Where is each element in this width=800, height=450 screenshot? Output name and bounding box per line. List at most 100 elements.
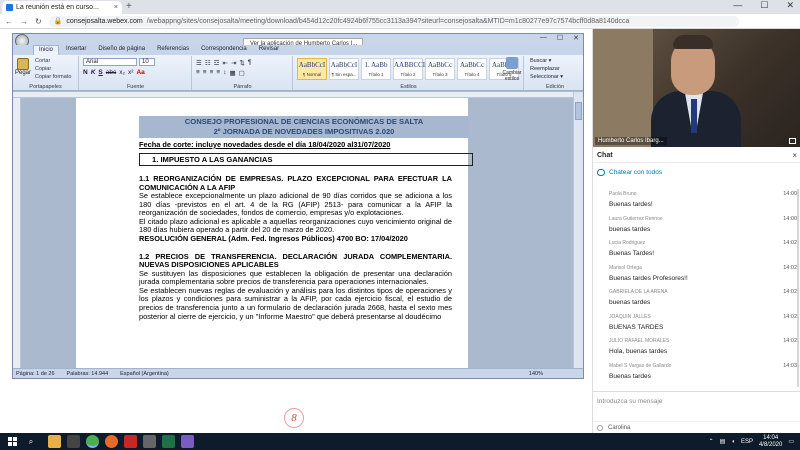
borders-icon[interactable]: ▢ xyxy=(239,69,245,77)
message-time: 14:02 xyxy=(783,240,797,246)
chat-with-everyone[interactable]: Chatear con todos xyxy=(597,169,662,176)
heading-1-2: 1.2 PRECIOS DE TRANSFERENCIA. DECLARACIÓ… xyxy=(139,251,452,270)
style-item[interactable]: AABBCCI Título 2 xyxy=(393,58,425,80)
new-tab-button[interactable]: + xyxy=(126,1,132,12)
numbering-icon[interactable]: ☷ xyxy=(205,59,211,67)
app-icon[interactable] xyxy=(181,435,194,448)
paste-button[interactable]: Pegar xyxy=(15,58,31,80)
firefox-icon[interactable] xyxy=(105,435,118,448)
sharing-indicator-icon[interactable]: 8 xyxy=(284,408,304,428)
replace-button[interactable]: Reemplazar xyxy=(530,65,563,73)
message-text: Buenas tardes Profesores!! xyxy=(609,274,688,282)
vertical-ruler[interactable] xyxy=(13,98,21,370)
document-page[interactable]: CONSEJO PROFESIONAL DE CIENCIAS ECONÓMIC… xyxy=(76,98,473,370)
style-item[interactable]: AaBbCcI ¶ Normal xyxy=(297,58,327,80)
url-input[interactable]: 🔒 consejosalta.webex.com/webappng/sites/… xyxy=(48,15,739,27)
align-center-icon[interactable]: ≡ xyxy=(203,69,207,77)
start-button[interactable] xyxy=(0,433,24,450)
participant-video[interactable]: Humberto Carlos Ibarg... xyxy=(593,29,800,147)
volume-icon[interactable]: ◖ xyxy=(731,439,735,445)
close-window-button[interactable]: ✕ xyxy=(786,0,794,11)
italic-button[interactable]: K xyxy=(91,69,96,76)
align-left-icon[interactable]: ≡ xyxy=(196,69,200,77)
decrease-indent-icon[interactable]: ⇤ xyxy=(222,59,227,67)
paragraph-3: Se sustituyen las disposiciones que esta… xyxy=(139,268,452,287)
file-explorer-icon[interactable] xyxy=(48,435,61,448)
task-view-icon[interactable] xyxy=(67,435,80,448)
superscript-button[interactable]: x² xyxy=(128,69,133,76)
chevron-up-icon[interactable]: ⌃ xyxy=(709,438,714,445)
copy-button[interactable]: Copiar xyxy=(35,66,51,72)
clock[interactable]: 14:04 4/8/2020 xyxy=(759,435,782,449)
forward-icon[interactable]: → xyxy=(20,17,28,26)
style-item[interactable]: AaBbCc Título 3 xyxy=(425,58,455,80)
tab-referencias[interactable]: Referencias xyxy=(152,45,194,55)
network-icon[interactable]: ▤ xyxy=(720,438,726,445)
tab-revisar[interactable]: Revisar xyxy=(254,45,284,55)
message-sender: JOAQUIN JALLES xyxy=(609,313,651,320)
page-count[interactable]: Página: 1 de 26 xyxy=(16,371,55,377)
minimize-button[interactable]: — xyxy=(733,0,742,11)
maximize-button[interactable]: ☐ xyxy=(760,0,768,11)
style-name: Título 4 xyxy=(464,72,480,77)
font-size-input[interactable]: 10 xyxy=(139,58,155,66)
multilevel-icon[interactable]: ☲ xyxy=(214,59,220,67)
message-sender: JULIO RAFAEL MORALES xyxy=(609,338,670,344)
bold-button[interactable]: N xyxy=(83,69,88,76)
select-button[interactable]: Seleccionar ▾ xyxy=(530,73,563,81)
sort-icon[interactable]: ⇅ xyxy=(239,59,244,67)
change-styles-button[interactable]: Cambiar estilos xyxy=(499,57,525,82)
justify-icon[interactable]: ≡ xyxy=(216,69,220,77)
font-name-input[interactable]: Arial xyxy=(83,58,137,66)
windows-taskbar: ⌕ ⌃ ▤ ◖ ESP 14:04 4/8/2020 ▭ xyxy=(0,433,800,450)
bullets-icon[interactable]: ☰ xyxy=(196,59,202,67)
chat-message-input[interactable]: Introduzca su mensaje xyxy=(593,391,800,419)
style-item[interactable]: 1. AaBb Título 1 xyxy=(361,58,391,80)
tab-correspondencia[interactable]: Correspondencia xyxy=(196,45,252,55)
search-icon[interactable]: ⌕ xyxy=(24,435,38,449)
increase-indent-icon[interactable]: ⇥ xyxy=(231,59,236,67)
chrome-icon[interactable] xyxy=(86,435,99,448)
tab-inicio[interactable]: Inicio xyxy=(33,45,60,55)
folder-icon[interactable] xyxy=(143,435,156,448)
strikethrough-button[interactable]: abc xyxy=(106,69,116,76)
style-item[interactable]: AaBbCc Título 4 xyxy=(457,58,487,80)
tab-close-icon[interactable]: × xyxy=(114,4,118,11)
pilcrow-icon[interactable]: ¶ xyxy=(248,59,252,67)
chat-scrollbar[interactable] xyxy=(797,189,799,387)
format-painter-button[interactable]: Copiar formato xyxy=(35,74,71,80)
language-indicator[interactable]: ESP xyxy=(741,439,753,445)
back-icon[interactable]: ← xyxy=(5,17,13,26)
browser-tab[interactable]: La reunión está en curso... × xyxy=(2,1,122,14)
chat-close-icon[interactable]: × xyxy=(792,151,797,160)
notifications-icon[interactable]: ▭ xyxy=(788,438,794,445)
style-item[interactable]: AaBbCcI ¶ Sin espa... xyxy=(329,58,359,80)
shading-icon[interactable]: ▦ xyxy=(229,69,235,77)
address-bar-row: ← → ↻ 🔒 consejosalta.webex.com/webappng/… xyxy=(0,14,800,29)
find-button[interactable]: Buscar ▾ xyxy=(530,57,563,65)
change-case-button[interactable]: Aa xyxy=(136,69,144,76)
chat-message: Lucia Rodriguez 14:02 Buenas Tardes! xyxy=(593,238,800,263)
language-indicator[interactable]: Español (Argentina) xyxy=(120,371,169,377)
word-minimize-button[interactable]: — xyxy=(540,34,547,42)
word-maximize-button[interactable]: ☐ xyxy=(557,34,563,42)
video-layout-icon[interactable] xyxy=(789,138,796,144)
cut-button[interactable]: Cortar xyxy=(35,58,50,64)
zoom-level[interactable]: 140% xyxy=(529,371,543,377)
word-close-button[interactable]: ✕ xyxy=(573,34,579,42)
tab-diseno[interactable]: Diseño de página xyxy=(93,45,150,55)
chat-message: JULIO RAFAEL MORALES 14:02 Hola, buenas ta… xyxy=(593,336,800,361)
chat-messages[interactable]: Paola Bruno 14:00 Buenas tardes! Laura Guti… xyxy=(593,189,800,387)
vertical-scrollbar[interactable] xyxy=(573,92,583,370)
reload-icon[interactable]: ↻ xyxy=(35,17,42,26)
underline-button[interactable]: S xyxy=(98,69,102,76)
align-right-icon[interactable]: ≡ xyxy=(210,69,214,77)
word-count[interactable]: Palabras: 14.944 xyxy=(67,371,109,377)
line-spacing-icon[interactable]: ↕ xyxy=(223,69,226,77)
media-player-icon[interactable] xyxy=(124,435,137,448)
subscript-button[interactable]: x₂ xyxy=(119,69,125,76)
typing-indicator: Carolina xyxy=(593,421,800,433)
excel-icon[interactable] xyxy=(162,435,175,448)
tab-insertar[interactable]: Insertar xyxy=(61,45,91,55)
scroll-thumb[interactable] xyxy=(575,102,582,120)
